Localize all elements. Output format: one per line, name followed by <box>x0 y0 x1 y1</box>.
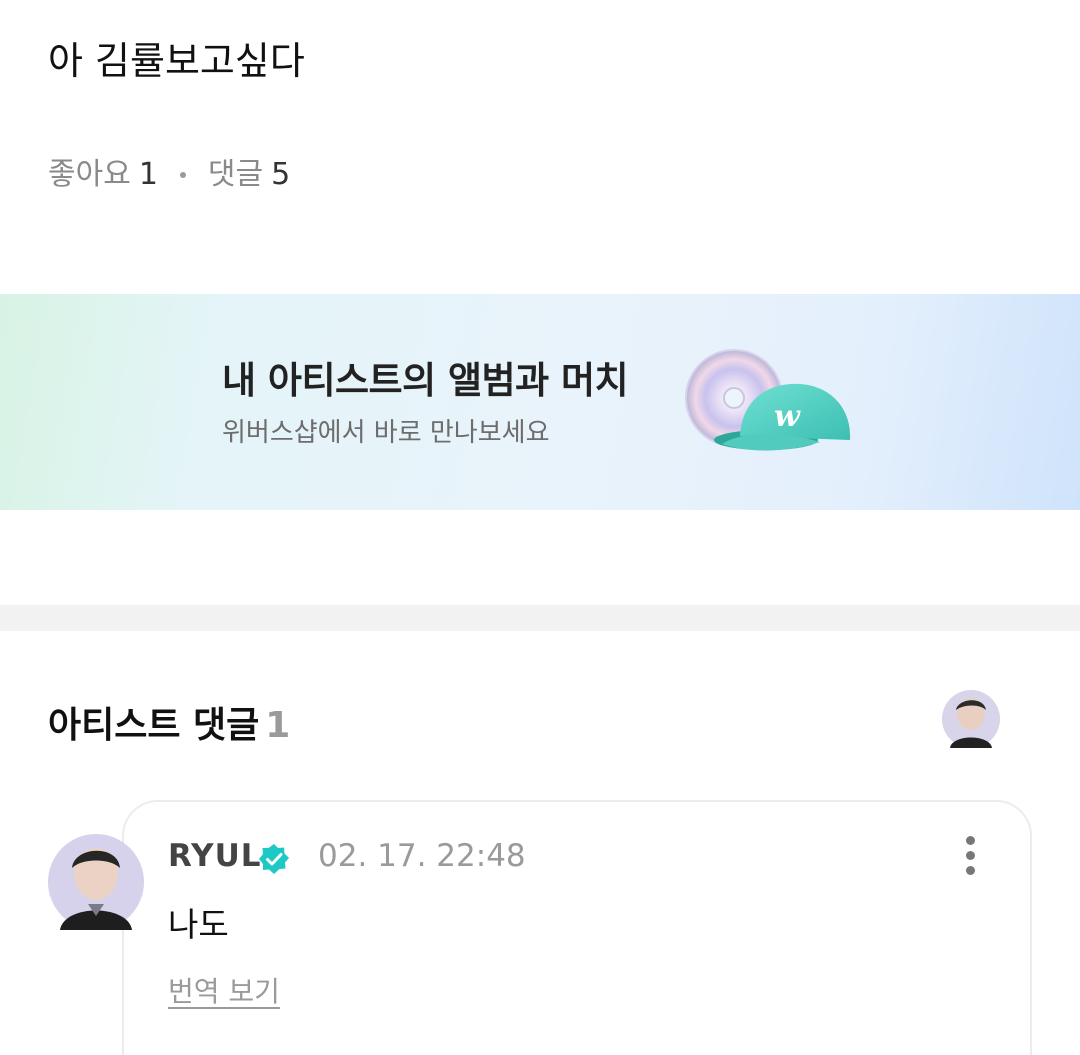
comment-timestamp: 02. 17. 22:48 <box>318 838 526 874</box>
banner-subtitle: 위버스샵에서 바로 만나보세요 <box>222 418 550 448</box>
artist-comments-title: 아티스트 댓글 <box>48 705 260 746</box>
banner-illustration: w <box>685 349 851 451</box>
comments-count[interactable]: 5 <box>271 154 290 196</box>
translate-link[interactable]: 번역 보기 <box>168 970 280 1010</box>
comment-body: 나도 <box>168 905 229 944</box>
post-text: 아 김률보고싶다 <box>48 39 305 83</box>
artist-comments-count: 1 <box>265 705 291 746</box>
post-stats: 좋아요 1 댓글 5 <box>48 154 290 196</box>
more-options-icon[interactable] <box>956 836 984 880</box>
separator-dot <box>179 172 186 178</box>
comment-avatar[interactable] <box>48 834 144 930</box>
post-detail-page: 아 김률보고싶다 좋아요 1 댓글 5 내 아티스트의 앨범과 머치 위버스샵에… <box>0 0 1080 1055</box>
artist-comments-heading: 아티스트 댓글 1 <box>48 696 290 748</box>
banner-title: 내 아티스트의 앨범과 머치 <box>222 359 629 402</box>
likes-count[interactable]: 1 <box>139 154 158 196</box>
artist-avatar-small[interactable] <box>942 690 1000 748</box>
shop-banner[interactable]: 내 아티스트의 앨범과 머치 위버스샵에서 바로 만나보세요 w <box>0 294 1080 510</box>
svg-text:w: w <box>774 399 801 434</box>
verified-badge-icon <box>259 844 289 874</box>
comment-author[interactable]: RYUL <box>168 838 262 874</box>
section-divider <box>0 605 1080 631</box>
likes-label[interactable]: 좋아요 <box>48 154 131 196</box>
comments-label[interactable]: 댓글 <box>208 154 263 196</box>
